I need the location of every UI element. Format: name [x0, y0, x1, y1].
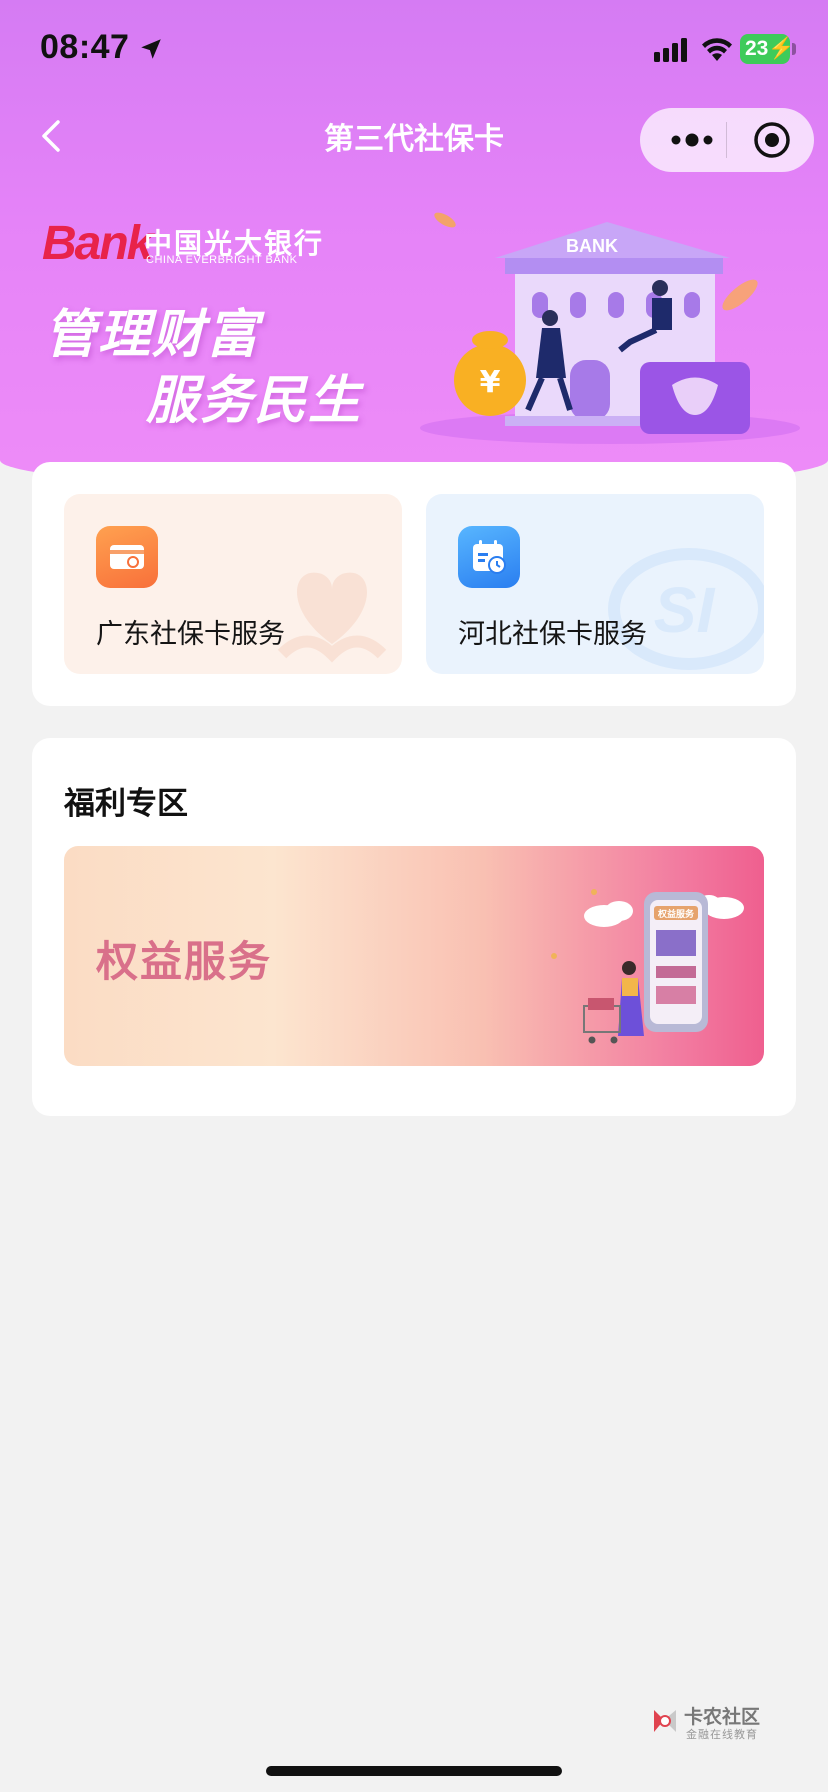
- bank-building-illustration: BANK ¥: [420, 212, 800, 444]
- slogan-line-1: 管理财富: [44, 305, 261, 365]
- watermark-name: 卡农社区: [684, 1706, 761, 1728]
- watermark-icon: [654, 1710, 676, 1732]
- close-miniprogram-icon[interactable]: [740, 108, 804, 172]
- miniprogram-capsule: [640, 108, 814, 172]
- watermark-logo: 卡农社区 金融在线教育: [648, 1702, 768, 1742]
- welfare-card: 福利专区 权益服务 权益服务: [32, 738, 796, 1116]
- service-hebei[interactable]: SI 河北社保卡服务: [426, 494, 764, 674]
- service-guangdong[interactable]: 广东社保卡服务: [64, 494, 402, 674]
- bank-logo-mark: Bank: [42, 217, 153, 270]
- rights-service-banner[interactable]: 权益服务 权益服务: [64, 846, 764, 1066]
- welfare-section-title: 福利专区: [64, 786, 188, 822]
- phone-sign: 权益服务: [657, 908, 695, 920]
- status-time: 08:47: [40, 28, 130, 66]
- service-label: 河北社保卡服务: [458, 619, 647, 650]
- building-sign: BANK: [566, 236, 618, 256]
- status-bar: 08:47 23⚡: [0, 0, 828, 96]
- shopping-phone-illustration: 权益服务: [551, 889, 744, 1044]
- rights-service-label: 权益服务: [96, 937, 273, 986]
- social-card-icon: [96, 526, 158, 588]
- battery-nub: [792, 43, 796, 55]
- wifi-icon: [702, 38, 732, 61]
- battery-level: 23: [745, 37, 769, 60]
- service-label: 广东社保卡服务: [96, 619, 285, 650]
- charging-icon: ⚡: [768, 37, 795, 60]
- services-card: 广东社保卡服务 SI 河北社保卡服务: [32, 462, 796, 706]
- home-indicator[interactable]: [266, 1766, 562, 1776]
- location-arrow-icon: [141, 39, 161, 59]
- more-icon[interactable]: [662, 108, 724, 172]
- bank-logo: Bank 中国光大银行 CHINA EVERBRIGHT BANK: [42, 217, 332, 272]
- heart-hands-watermark: [277, 572, 387, 663]
- bank-name-en: CHINA EVERBRIGHT BANK: [146, 254, 298, 266]
- battery-indicator: 23⚡: [740, 34, 795, 64]
- capsule-divider: [726, 122, 727, 158]
- signal-icon: [654, 38, 687, 62]
- svg-text:¥: ¥: [480, 365, 501, 400]
- watermark-subtitle: 金融在线教育: [686, 1728, 758, 1741]
- svg-text:SI: SI: [654, 574, 716, 646]
- slogan-line-2: 服务民生: [146, 371, 363, 431]
- si-logo-watermark: SI: [608, 548, 764, 670]
- calendar-clock-icon: [458, 526, 520, 588]
